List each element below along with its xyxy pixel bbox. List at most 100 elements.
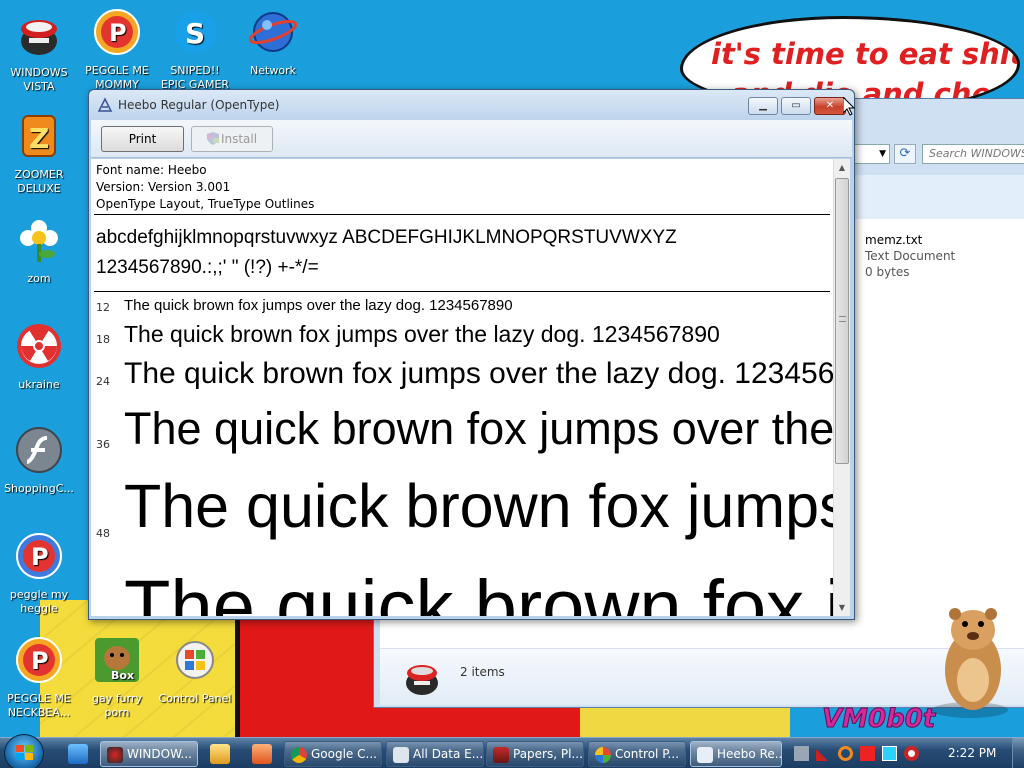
desktop-icon-label: ShoppingC... [4, 482, 74, 495]
flash-icon [16, 427, 62, 473]
uac-shield-icon [206, 132, 219, 145]
taskbar-button-chrome[interactable]: Google C... [284, 741, 382, 767]
chevron-down-icon: ▼ [838, 603, 846, 612]
windows-logo-icon [16, 745, 33, 760]
title-bar[interactable]: Heebo Regular (OpenType) ▁ ▭ ✕ [89, 90, 854, 120]
peggle-icon: P [16, 637, 62, 683]
desktop-icon-label: Network [250, 64, 296, 77]
taskbar-button-label: All Data E... [413, 747, 484, 761]
scroll-thumb[interactable] [835, 178, 849, 464]
quicklaunch-media-icon[interactable] [210, 744, 230, 764]
network-globe-icon [248, 12, 298, 52]
red-pot-icon [107, 747, 123, 763]
desktop-icon-windows-vista[interactable]: WINDOWS VISTA [2, 10, 76, 94]
desktop-icon-label: peggle my heggle [9, 588, 69, 615]
refresh-icon: ⟳ [899, 146, 911, 161]
install-label: Install [220, 132, 258, 146]
scroll-grip-icon [839, 316, 846, 322]
tray-volume-icon[interactable] [904, 746, 919, 761]
explorer-toolbar: ▼ ⟳ Search WINDOWS [852, 141, 1024, 167]
mouse-pointer-icon [843, 97, 855, 116]
quicklaunch-app-icon[interactable] [252, 744, 272, 764]
minimize-icon: ▁ [759, 100, 767, 111]
tray-check-icon[interactable] [816, 746, 831, 761]
sample-size-label: 24 [96, 375, 110, 388]
taskbar-button-heebo[interactable]: Heebo Re... [690, 741, 782, 767]
wallpaper-signature: VM0b0t [821, 704, 936, 735]
address-dropdown-button[interactable]: ▼ [852, 144, 890, 164]
taskbar-button-windows[interactable]: WINDOW... [100, 741, 198, 767]
desktop-icon-gay-furry-porn[interactable]: Box gay furry porn [80, 636, 154, 720]
desktop-icon-network[interactable]: Network [236, 8, 310, 78]
font-file-icon [97, 97, 113, 112]
explorer-command-band [852, 175, 1024, 219]
taskbar-button-label: WINDOW... [127, 747, 192, 761]
sample-text: The quick brown fox jumps over the lazy … [124, 472, 833, 540]
items-count: 2 items [460, 665, 505, 679]
font-name-text: Font name: Heebo [96, 163, 207, 177]
zoomer-icon: Z [22, 115, 56, 157]
tray-flag-icon[interactable] [860, 746, 875, 761]
desktop-icon-shopping[interactable]: ShoppingC... [2, 426, 76, 496]
bubble-text-line1: it's time to eat shit [711, 37, 1020, 71]
desktop-icon-label: PEGGLE ME MOMMY [85, 64, 149, 91]
scroll-up-button[interactable]: ▲ [834, 159, 850, 176]
svg-text:Z: Z [29, 122, 49, 155]
sample-size-label: 12 [96, 301, 110, 314]
maximize-button[interactable]: ▭ [781, 97, 811, 115]
desktop-icon-control-panel[interactable]: Control Panel [158, 636, 232, 706]
svg-text:Box: Box [111, 669, 134, 682]
desktop-icon-label: Control Panel [158, 692, 232, 705]
desktop-icon-ukraine[interactable]: ukraine [2, 322, 76, 392]
desktop-icon-label: zom [27, 272, 51, 285]
maximize-icon: ▭ [791, 100, 801, 111]
clock[interactable]: 2:22 PM [948, 746, 996, 760]
file-name[interactable]: memz.txt [865, 233, 922, 247]
tray-monitor-icon[interactable] [882, 746, 897, 761]
taskbar-button-all-data[interactable]: All Data E... [386, 741, 484, 767]
chevron-up-icon: ▲ [838, 163, 846, 172]
minimize-button[interactable]: ▁ [748, 97, 778, 115]
sample-size-label: 48 [96, 527, 110, 540]
taskbar-button-papers-please[interactable]: Papers, Pl... [486, 741, 584, 767]
taskbar-button-label: Papers, Pl... [513, 747, 583, 761]
scroll-down-button[interactable]: ▼ [834, 599, 850, 616]
quicklaunch-ie-icon[interactable] [68, 744, 88, 764]
skype-icon: S [174, 11, 216, 53]
taskbar: WINDOW... Google C... All Data E... Pape… [0, 734, 1024, 768]
tray-search-icon[interactable] [838, 746, 853, 761]
control-panel-icon [176, 641, 214, 679]
font-preview-area[interactable]: Font name: Heebo Version: Version 3.001 … [91, 159, 833, 616]
font-file-icon [697, 747, 713, 763]
desktop-icon-zom[interactable]: zom [2, 216, 76, 286]
print-button[interactable]: Print [101, 126, 184, 152]
gopher-mascot-image [932, 608, 1008, 718]
desktop-icon-peggle-me-mommy[interactable]: P PEGGLE ME MOMMY [80, 8, 154, 92]
divider [94, 291, 830, 292]
desktop-icon-label: WINDOWS VISTA [10, 66, 68, 93]
font-metadata: Font name: Heebo Version: Version 3.001 … [96, 162, 314, 213]
close-button[interactable]: ✕ [814, 97, 846, 115]
start-button[interactable] [4, 734, 44, 768]
tray-app-icon[interactable] [794, 746, 809, 761]
taskbar-button-control-panel[interactable]: Control P... [588, 741, 686, 767]
file-type: Text Document [865, 249, 956, 263]
desktop-icon-peggle-me-neckbeard[interactable]: P PEGGLE ME NECKBEA... [2, 636, 76, 720]
taskbar-button-label: Google C... [311, 747, 377, 761]
search-input[interactable]: Search WINDOWS [922, 144, 1024, 164]
refresh-button[interactable]: ⟳ [894, 144, 916, 164]
font-outlines-text: OpenType Layout, TrueType Outlines [96, 197, 315, 211]
font-viewer-window[interactable]: Heebo Regular (OpenType) ▁ ▭ ✕ Print Ins… [88, 89, 855, 620]
red-pot-icon [21, 20, 57, 55]
taskbar-button-label: Control P... [615, 747, 680, 761]
show-desktop-button[interactable] [1012, 738, 1024, 768]
svg-text:S: S [185, 17, 205, 50]
svg-text:P: P [109, 19, 127, 47]
gopher-box-icon: Box [95, 638, 139, 682]
file-details-pane[interactable]: memz.txt Text Document 0 bytes [852, 219, 1024, 639]
system-tray: 2:22 PM [788, 738, 1024, 768]
desktop-icon-zoomer-deluxe[interactable]: Z ZOOMER DELUXE [2, 112, 76, 196]
vertical-scrollbar[interactable]: ▲ ▼ [833, 159, 850, 616]
install-button[interactable]: Install [191, 126, 273, 152]
desktop-icon-peggle-my-heggle[interactable]: P peggle my heggle [2, 532, 76, 616]
